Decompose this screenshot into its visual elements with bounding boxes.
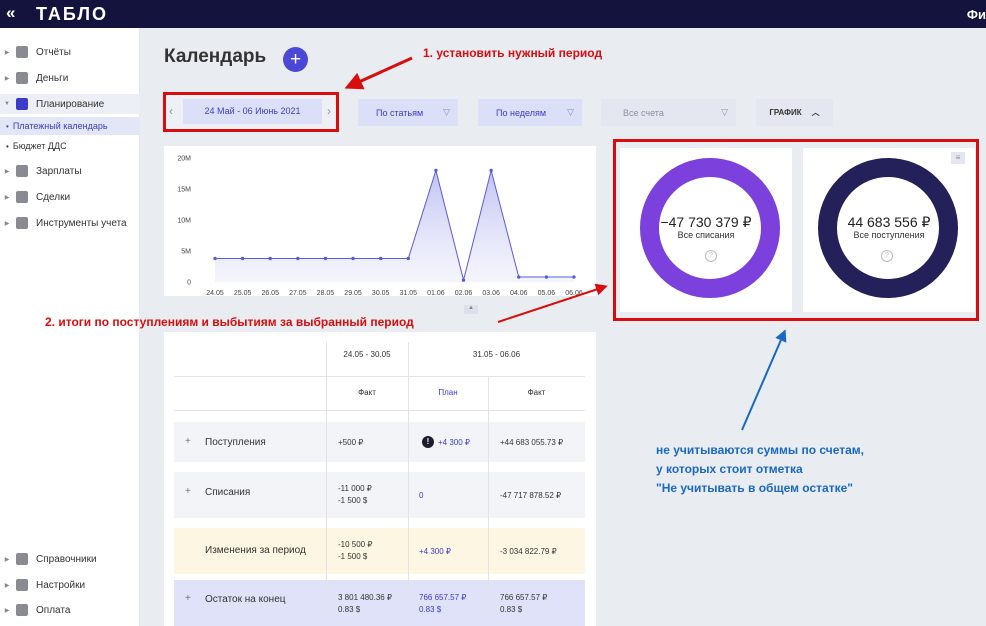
arrow-to-kpis [497, 283, 608, 323]
arrow-to-income [741, 329, 787, 431]
arrow-to-period [344, 56, 413, 90]
annotation-arrows [344, 56, 787, 431]
